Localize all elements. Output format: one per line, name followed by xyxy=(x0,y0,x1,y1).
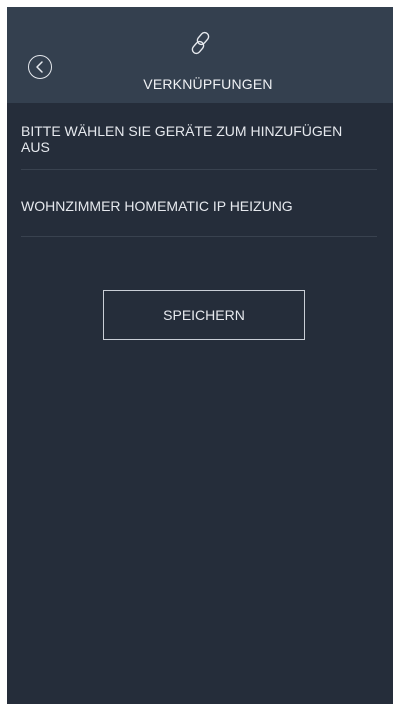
link-icon xyxy=(191,31,210,55)
device-label: WOHNZIMMER HOMEMATIC IP HEIZUNG xyxy=(21,198,293,214)
app-screen: VERKNÜPFUNGEN BITTE WÄHLEN SIE GERÄTE ZU… xyxy=(7,7,393,704)
instruction-text: BITTE WÄHLEN SIE GERÄTE ZUM HINZUFÜGEN A… xyxy=(21,123,343,155)
header-bar: VERKNÜPFUNGEN xyxy=(7,7,393,103)
divider xyxy=(21,169,377,170)
chevron-left-icon xyxy=(36,61,43,73)
page-title: VERKNÜPFUNGEN xyxy=(143,76,273,92)
divider xyxy=(21,236,377,237)
save-button[interactable]: SPEICHERN xyxy=(103,290,305,340)
list-item-device[interactable]: WOHNZIMMER HOMEMATIC IP HEIZUNG xyxy=(7,178,393,241)
